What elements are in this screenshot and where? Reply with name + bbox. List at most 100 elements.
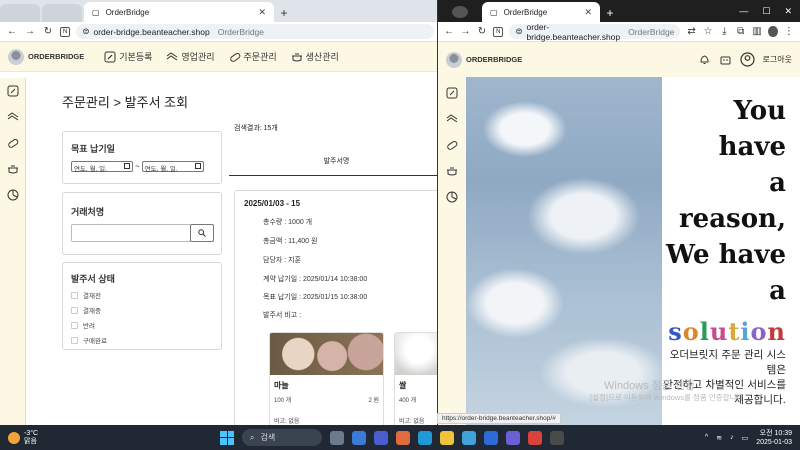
url-title: OrderBridge (628, 26, 675, 37)
sidebar-chart-icon[interactable] (446, 191, 458, 205)
sidebar-handshake-icon[interactable] (6, 110, 20, 124)
tab-ghost-1[interactable] (0, 4, 40, 22)
product-note: 비고: 없음 (274, 419, 300, 425)
taskbar-search[interactable]: ⌕ 검색 (242, 429, 322, 446)
n-icon[interactable]: N (493, 26, 504, 37)
user-icon[interactable] (739, 52, 755, 67)
new-tab-button[interactable]: + (274, 4, 294, 22)
app-icon[interactable] (462, 430, 476, 445)
reload-icon[interactable]: ↻ (477, 26, 487, 37)
volume-icon[interactable]: ♪ (730, 434, 734, 441)
task-view-icon[interactable] (330, 430, 344, 445)
start-button[interactable] (220, 430, 234, 445)
forward-icon[interactable]: → (24, 26, 36, 37)
solution-letter: i (740, 317, 751, 346)
sidebar-chart-icon[interactable] (6, 188, 20, 202)
site-info-icon[interactable]: ⊜ (82, 26, 89, 37)
profile-tab-icon[interactable] (438, 2, 482, 22)
download-icon[interactable]: ⤓ (719, 26, 729, 37)
bookmark-icon[interactable]: ☆ (703, 26, 713, 37)
tray-chevron-icon[interactable]: ^ (705, 434, 708, 441)
solution-letter: o (682, 317, 700, 346)
mail-icon[interactable] (352, 430, 366, 445)
profile-avatar[interactable] (768, 26, 778, 37)
checkbox[interactable] (71, 306, 78, 314)
tab-orderbridge[interactable]: ▢ OrderBridge ✕ (482, 2, 600, 22)
sidebar-edit-icon[interactable] (6, 84, 20, 98)
menu-production[interactable]: 생산관리 (291, 50, 339, 63)
forward-icon[interactable]: → (460, 26, 471, 37)
sidebar-pot-icon[interactable] (6, 162, 20, 176)
status-option[interactable]: 결재중 (71, 305, 221, 315)
more-menu-icon[interactable]: ⋮ (784, 26, 794, 37)
hero-line: reason, (678, 204, 786, 234)
weather-widget[interactable]: -3°C 맑음 (8, 430, 38, 446)
tab-ghost-2[interactable] (42, 4, 82, 22)
sidepanel-icon[interactable]: ▥ (752, 26, 762, 37)
checkbox[interactable] (71, 321, 78, 329)
n-icon[interactable]: N (60, 26, 71, 37)
teams-icon[interactable] (374, 430, 388, 445)
status-option[interactable]: 구매완료 (71, 335, 221, 345)
brand-name: ORDERBRIDGE (28, 52, 85, 61)
logout-link[interactable]: 로그아웃 (763, 54, 792, 65)
product-card-garlic[interactable]: 마늘 100 개 2 원 비고: 없음 (269, 332, 384, 425)
result-count: 검색결과: 15개 (234, 125, 278, 132)
site-info-icon[interactable]: ⊜ (515, 26, 522, 37)
hero-line: You have (718, 96, 786, 162)
menu-basic-registration[interactable]: 기본등록 (104, 50, 152, 63)
tab-orderbridge[interactable]: ▢ OrderBridge ✕ (84, 2, 274, 22)
url-field[interactable]: ⊜ order-bridge.beanteacher.shop OrderBri… (509, 22, 681, 42)
translate-icon[interactable]: ⇄ (686, 26, 696, 37)
product-card-rice[interactable]: 쌀 400 개 비고: 없음 (394, 332, 440, 425)
page-icon: ▢ (92, 7, 100, 17)
sidebar-handshake-icon[interactable] (446, 113, 458, 127)
close-window-icon[interactable]: ✕ (784, 6, 792, 17)
date-from-input[interactable]: 연도. 월. 일. (71, 161, 133, 173)
store-icon[interactable] (484, 430, 498, 445)
back-icon[interactable]: ← (444, 26, 454, 37)
reload-icon[interactable]: ↻ (42, 26, 54, 37)
robot-icon[interactable] (719, 53, 732, 66)
wifi-icon[interactable]: ≋ (716, 434, 722, 442)
battery-icon[interactable]: ▭ (742, 434, 749, 442)
clock[interactable]: 오전 10:39 2025-01-03 (756, 429, 792, 447)
sidebar-pot-icon[interactable] (446, 165, 458, 179)
sidebar-pill-icon[interactable] (446, 139, 458, 153)
status-option[interactable]: 반려 (71, 320, 221, 330)
close-tab-icon[interactable]: ✕ (258, 7, 266, 18)
discord-icon[interactable] (506, 430, 520, 445)
clock-time: 오전 10:39 (759, 429, 792, 437)
search-button[interactable] (190, 224, 214, 242)
copilot-icon[interactable] (396, 430, 410, 445)
checkbox[interactable] (71, 336, 78, 344)
menu-orders[interactable]: 주문관리 (229, 50, 277, 63)
minimize-icon[interactable]: — (739, 6, 748, 17)
menu-sales[interactable]: 영업관리 (166, 50, 215, 63)
url-text: order-bridge.beanteacher.shop (93, 26, 210, 37)
close-tab-icon[interactable]: ✕ (584, 7, 592, 18)
status-option[interactable]: 결재전 (71, 290, 221, 300)
new-tab-button[interactable]: + (600, 4, 620, 22)
product-qty: 100 개 (274, 398, 292, 404)
edge-icon[interactable] (418, 430, 432, 445)
tab-order-name[interactable]: 발주서명 (229, 142, 440, 176)
date-to-input[interactable]: 연도. 월. 일. (141, 161, 204, 173)
calendar-icon (194, 163, 201, 169)
maximize-icon[interactable]: ☐ (762, 6, 770, 17)
sidebar-pill-icon[interactable] (6, 136, 20, 150)
chrome-icon[interactable] (528, 430, 542, 445)
client-search-input[interactable] (71, 224, 191, 242)
back-icon[interactable]: ← (6, 26, 18, 37)
extensions-icon[interactable]: ⧉ (736, 26, 746, 37)
sidebar-edit-icon[interactable] (446, 87, 458, 101)
bell-icon[interactable] (698, 53, 711, 66)
checkbox[interactable] (71, 291, 78, 299)
brand-logo[interactable]: ORDERBRIDGE (446, 51, 522, 68)
hero-text: You have a reason, We have a solution 오더… (662, 77, 800, 425)
url-field[interactable]: ⊜ order-bridge.beanteacher.shop OrderBri… (76, 24, 434, 39)
calendar-icon (124, 163, 130, 169)
terminal-icon[interactable] (550, 430, 564, 445)
folder-icon[interactable] (440, 430, 454, 445)
brand-logo[interactable]: ORDERBRIDGE (8, 48, 85, 65)
